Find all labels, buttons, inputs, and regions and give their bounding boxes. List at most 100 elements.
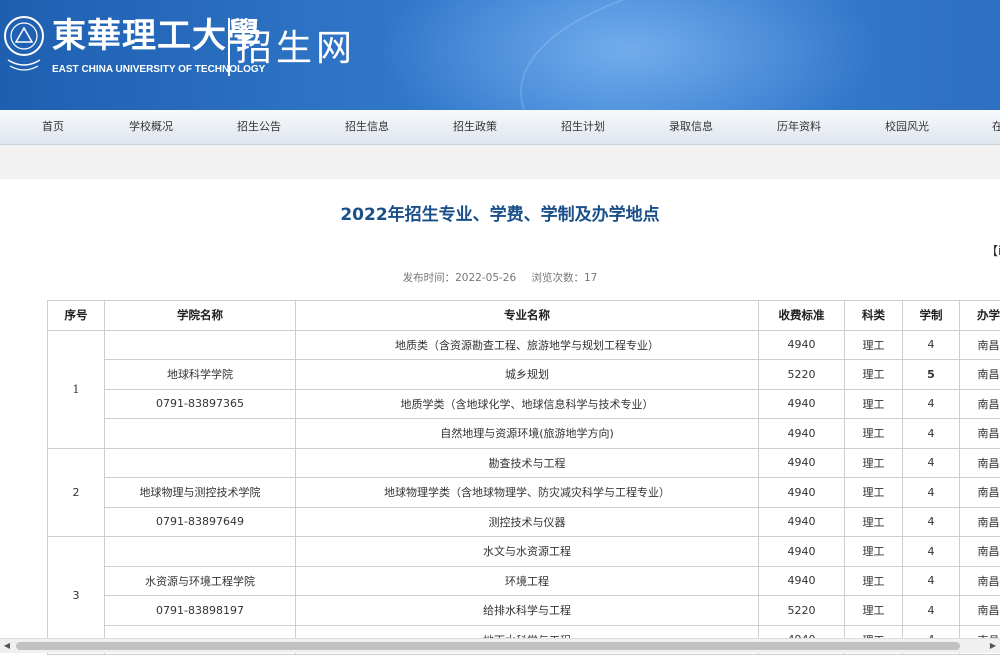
- col-header: 科类: [845, 301, 903, 331]
- duration: 4: [903, 507, 960, 537]
- location: 南昌: [960, 389, 1000, 419]
- college-blank: [105, 537, 296, 567]
- scroll-left-icon[interactable]: ◀: [0, 639, 14, 653]
- table-row: 0791-83897365 地质学类（含地球化学、地球信息科学与技术专业） 49…: [48, 389, 1000, 419]
- group-number: 2: [48, 448, 105, 537]
- duration: 4: [903, 330, 960, 360]
- logo-school-name-en: EAST CHINA UNIVERSITY OF TECHNOLOGY: [52, 64, 265, 75]
- subject-type: 理工: [845, 537, 903, 567]
- major-name: 地质学类（含地球化学、地球信息科学与技术专业）: [296, 389, 759, 419]
- scrollbar-thumb[interactable]: [16, 642, 960, 650]
- duration: 4: [903, 448, 960, 478]
- university-seal-icon: [2, 14, 46, 72]
- location: 南昌: [960, 596, 1000, 626]
- article-title: 2022年招生专业、学费、学制及办学地点: [0, 200, 1000, 225]
- nav-more[interactable]: 在: [992, 110, 1000, 144]
- duration: 4: [903, 566, 960, 596]
- fee: 4940: [759, 478, 845, 508]
- fee: 4940: [759, 537, 845, 567]
- major-name: 水文与水资源工程: [296, 537, 759, 567]
- duration: 4: [903, 537, 960, 567]
- nav-campus[interactable]: 校园风光: [885, 110, 929, 144]
- location: 南昌: [960, 507, 1000, 537]
- nav-admission[interactable]: 录取信息: [669, 110, 713, 144]
- location: 南昌: [960, 360, 1000, 390]
- fee: 4940: [759, 389, 845, 419]
- group-number: 1: [48, 330, 105, 448]
- college-blank: [105, 330, 296, 360]
- table-header-row: 序号 学院名称 专业名称 收费标准 科类 学制 办学: [48, 301, 1000, 331]
- table-row: 地球科学学院 城乡规划 5220 理工 5 南昌: [48, 360, 1000, 390]
- col-header: 收费标准: [759, 301, 845, 331]
- college-phone: 0791-83897365: [105, 389, 296, 419]
- table-row: 0791-83897649 测控技术与仪器 4940 理工 4 南昌: [48, 507, 1000, 537]
- major-name: 环境工程: [296, 566, 759, 596]
- scroll-right-icon[interactable]: ▶: [986, 639, 1000, 653]
- fee: 4940: [759, 566, 845, 596]
- major-name: 测控技术与仪器: [296, 507, 759, 537]
- college-blank: [105, 419, 296, 449]
- subject-type: 理工: [845, 596, 903, 626]
- nav-history[interactable]: 历年资料: [777, 110, 821, 144]
- major-name: 地球物理学类（含地球物理学、防灾减灾科学与工程专业）: [296, 478, 759, 508]
- table-row: 0791-83898197 给排水科学与工程 5220 理工 4 南昌: [48, 596, 1000, 626]
- subject-type: 理工: [845, 419, 903, 449]
- nav-notices[interactable]: 招生公告: [237, 110, 281, 144]
- nav-info[interactable]: 招生信息: [345, 110, 389, 144]
- col-header: 专业名称: [296, 301, 759, 331]
- majors-table: 序号 学院名称 专业名称 收费标准 科类 学制 办学 1 地质类（含资源勘查工程…: [47, 300, 1000, 655]
- article-tools[interactable]: 【i: [986, 242, 1000, 259]
- group-number: 3: [48, 537, 105, 655]
- college-blank: [105, 448, 296, 478]
- college-name: 地球科学学院: [105, 360, 296, 390]
- major-name: 给排水科学与工程: [296, 596, 759, 626]
- header-banner: 東華理工大學 EAST CHINA UNIVERSITY OF TECHNOLO…: [0, 0, 1000, 110]
- college-phone: 0791-83897649: [105, 507, 296, 537]
- col-header: 学制: [903, 301, 960, 331]
- col-header: 序号: [48, 301, 105, 331]
- main-nav: 首页 学校概况 招生公告 招生信息 招生政策 招生计划 录取信息 历年资料 校园…: [0, 110, 1000, 145]
- major-name: 城乡规划: [296, 360, 759, 390]
- location: 南昌: [960, 448, 1000, 478]
- subject-type: 理工: [845, 478, 903, 508]
- subject-type: 理工: [845, 389, 903, 419]
- location: 南昌: [960, 419, 1000, 449]
- nav-about[interactable]: 学校概况: [129, 110, 173, 144]
- location: 南昌: [960, 478, 1000, 508]
- duration: 4: [903, 419, 960, 449]
- nav-policy[interactable]: 招生政策: [453, 110, 497, 144]
- subject-type: 理工: [845, 448, 903, 478]
- duration: 4: [903, 478, 960, 508]
- subject-type: 理工: [845, 360, 903, 390]
- college-phone: 0791-83898197: [105, 596, 296, 626]
- college-name: 水资源与环境工程学院: [105, 566, 296, 596]
- fee: 4940: [759, 330, 845, 360]
- duration: 4: [903, 389, 960, 419]
- location: 南昌: [960, 330, 1000, 360]
- major-name: 勘查技术与工程: [296, 448, 759, 478]
- fee: 4940: [759, 507, 845, 537]
- major-name: 地质类（含资源勘查工程、旅游地学与规划工程专业）: [296, 330, 759, 360]
- nav-home[interactable]: 首页: [42, 110, 64, 144]
- fee: 4940: [759, 419, 845, 449]
- view-count: 浏览次数：17: [532, 272, 598, 284]
- table-row: 2 勘查技术与工程 4940 理工 4 南昌: [48, 448, 1000, 478]
- subject-type: 理工: [845, 507, 903, 537]
- site-name: 招生网: [236, 24, 356, 74]
- sub-bar: [0, 145, 1000, 179]
- article-meta: 发布时间：2022-05-26 浏览次数：17: [0, 270, 1000, 285]
- fee: 5220: [759, 596, 845, 626]
- nav-plan[interactable]: 招生计划: [561, 110, 605, 144]
- subject-type: 理工: [845, 566, 903, 596]
- college-name: 地球物理与测控技术学院: [105, 478, 296, 508]
- subject-type: 理工: [845, 330, 903, 360]
- table-row: 3 水文与水资源工程 4940 理工 4 南昌: [48, 537, 1000, 567]
- publish-date: 发布时间：2022-05-26: [403, 272, 517, 284]
- location: 南昌: [960, 537, 1000, 567]
- horizontal-scrollbar[interactable]: ◀ ▶: [0, 638, 1000, 653]
- logo-divider: [228, 18, 230, 76]
- duration: 4: [903, 596, 960, 626]
- table-row: 自然地理与资源环境(旅游地学方向) 4940 理工 4 南昌: [48, 419, 1000, 449]
- table-row: 地球物理与测控技术学院 地球物理学类（含地球物理学、防灾减灾科学与工程专业） 4…: [48, 478, 1000, 508]
- table-row: 水资源与环境工程学院 环境工程 4940 理工 4 南昌: [48, 566, 1000, 596]
